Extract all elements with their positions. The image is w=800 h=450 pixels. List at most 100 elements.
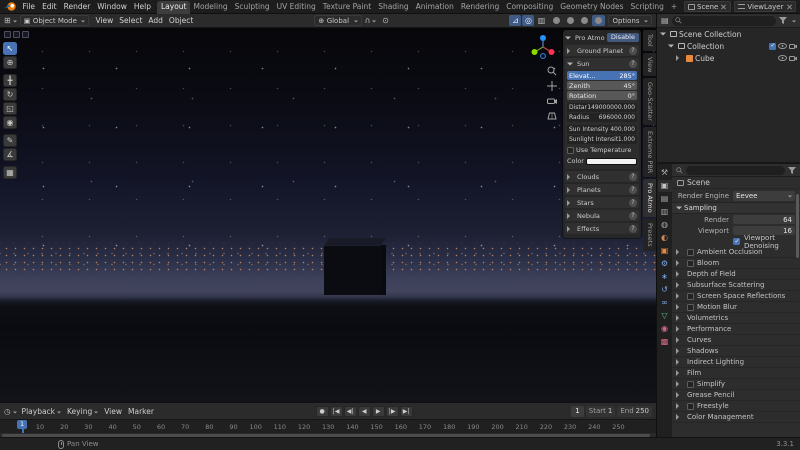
menu-item[interactable]: Render: [60, 0, 94, 13]
outliner-row-scene-collection[interactable]: Scene Collection: [657, 28, 800, 40]
menu-item[interactable]: File: [19, 0, 39, 13]
properties-tab[interactable]: ↺: [658, 284, 672, 296]
sidebar-tab[interactable]: Pro Atmo: [643, 179, 656, 217]
workspace-tab[interactable]: Scripting: [627, 1, 667, 14]
timeline-menu-item[interactable]: Keying: [64, 407, 101, 416]
workspace-tab[interactable]: Shading: [375, 1, 412, 14]
sun-elevation-slider[interactable]: Elevat... 285°: [567, 71, 637, 80]
sidebar-tab[interactable]: Tool: [643, 30, 656, 51]
use-temperature-checkbox[interactable]: [567, 146, 574, 154]
properties-tab[interactable]: ⚙: [658, 258, 672, 270]
current-frame-field[interactable]: 1: [571, 405, 584, 417]
tool-button[interactable]: ✎: [3, 134, 17, 147]
perspective-toggle-icon[interactable]: [547, 111, 557, 121]
sidebar-tab[interactable]: View: [643, 52, 656, 77]
unlink-scene-icon[interactable]: [721, 4, 727, 10]
properties-tab[interactable]: ◉: [658, 323, 672, 335]
editor-type-button[interactable]: ◷: [4, 407, 17, 416]
properties-section[interactable]: Film: [672, 368, 800, 379]
workspace-tab[interactable]: Compositing: [503, 1, 557, 14]
section-checkbox[interactable]: [687, 303, 694, 311]
panel-section[interactable]: Planets: [565, 184, 639, 195]
workspace-tab[interactable]: Geometry Nodes: [557, 1, 627, 14]
sun-distance-field[interactable]: Distan 149000000.000: [567, 103, 637, 112]
properties-tab[interactable]: ▩: [658, 336, 672, 348]
viewport-menu-item[interactable]: Object: [166, 14, 196, 27]
expand-icon[interactable]: [668, 44, 674, 51]
blender-logo-icon[interactable]: [4, 1, 17, 12]
zoom-icon[interactable]: [547, 66, 557, 76]
shading-mode-button[interactable]: [550, 15, 563, 26]
mode-selector[interactable]: ▣ Object Mode: [19, 15, 90, 26]
viewport-toggle-icon[interactable]: ⊿: [509, 15, 522, 26]
properties-tab[interactable]: ◐: [658, 232, 672, 244]
playhead[interactable]: 1: [17, 420, 28, 433]
viewport-menu-item[interactable]: Select: [116, 14, 145, 27]
editor-type-button[interactable]: ⊞: [4, 15, 17, 26]
workspace-tab[interactable]: +: [667, 1, 680, 14]
cube-object[interactable]: [324, 238, 386, 295]
help-icon[interactable]: [629, 46, 637, 55]
outliner-row-collection[interactable]: Collection: [657, 40, 800, 52]
viewport-denoising-checkbox[interactable]: [733, 238, 740, 245]
menu-item[interactable]: Edit: [39, 0, 61, 13]
viewport-menu-item[interactable]: Add: [145, 14, 166, 27]
tool-button[interactable]: ▦: [3, 166, 17, 179]
tool-button[interactable]: ↖: [3, 42, 17, 55]
navigation-gizmo[interactable]: [530, 34, 556, 62]
shading-mode-button[interactable]: [564, 15, 577, 26]
workspace-tab[interactable]: Layout: [157, 1, 190, 14]
tool-button[interactable]: ⊕: [3, 56, 17, 69]
properties-tab[interactable]: ▥: [658, 206, 672, 218]
tool-button[interactable]: ◱: [3, 102, 17, 115]
properties-section[interactable]: Indirect Lighting: [672, 357, 800, 368]
help-icon[interactable]: [629, 198, 637, 207]
viewport-corner-icons[interactable]: [4, 31, 29, 38]
playback-button[interactable]: ◀|: [343, 405, 357, 417]
properties-section[interactable]: Performance: [672, 324, 800, 335]
sun-rotation-slider[interactable]: Rotation 0°: [567, 91, 637, 100]
playback-button[interactable]: |▶: [385, 405, 399, 417]
options-dropdown[interactable]: Options: [608, 15, 652, 26]
frame-start-field[interactable]: Start 1: [585, 405, 616, 417]
properties-tab[interactable]: ▤: [658, 193, 672, 205]
properties-section[interactable]: Freestyle: [672, 401, 800, 412]
properties-section[interactable]: Color Management: [672, 412, 800, 423]
outliner-row-cube[interactable]: Cube: [657, 52, 800, 64]
properties-tab[interactable]: ◍: [658, 219, 672, 231]
properties-tab[interactable]: ▣: [657, 180, 672, 192]
panel-section[interactable]: Stars: [565, 197, 639, 208]
help-icon[interactable]: [629, 59, 637, 68]
playback-button[interactable]: ◀: [357, 405, 371, 417]
disable-render-camera-icon[interactable]: [789, 55, 797, 61]
filter-icon[interactable]: [788, 166, 796, 174]
viewlayer-selector[interactable]: ViewLayer: [733, 1, 796, 12]
filter-icon[interactable]: [779, 17, 787, 24]
sun-color-swatch[interactable]: [585, 157, 637, 165]
shading-mode-button[interactable]: [578, 15, 591, 26]
sidebar-tab[interactable]: Geo-Scatter: [643, 78, 656, 126]
workspace-tab[interactable]: Rendering: [457, 1, 502, 14]
panel-section[interactable]: Effects: [565, 223, 639, 234]
panel-section[interactable]: Ground Planet: [565, 45, 639, 56]
sampling-section-header[interactable]: Sampling: [672, 203, 800, 214]
timeline-menu-item[interactable]: Marker: [125, 407, 157, 416]
remove-viewlayer-icon[interactable]: [786, 4, 792, 10]
shading-mode-button[interactable]: [592, 15, 606, 26]
disable-render-camera-icon[interactable]: [789, 43, 797, 49]
sun-section-header[interactable]: Sun: [565, 58, 639, 69]
scrollbar[interactable]: [796, 194, 799, 258]
viewport-toggle-icon[interactable]: ▥: [535, 15, 547, 26]
workspace-tab[interactable]: Texture Paint: [319, 1, 374, 14]
proportional-edit-icon[interactable]: ⊙: [380, 15, 392, 26]
help-icon[interactable]: [629, 211, 637, 220]
section-checkbox[interactable]: [687, 248, 694, 256]
render-samples-field[interactable]: 64: [733, 215, 795, 224]
sunlight-intensity-field[interactable]: Sunlight Intensity 1.000: [567, 135, 637, 144]
help-icon[interactable]: [629, 172, 637, 181]
properties-section[interactable]: Simplify: [672, 379, 800, 390]
panel-section[interactable]: Nebula: [565, 210, 639, 221]
outliner-search-input[interactable]: [671, 15, 776, 26]
collapse-icon[interactable]: [565, 36, 571, 42]
menu-item[interactable]: Help: [130, 0, 154, 13]
